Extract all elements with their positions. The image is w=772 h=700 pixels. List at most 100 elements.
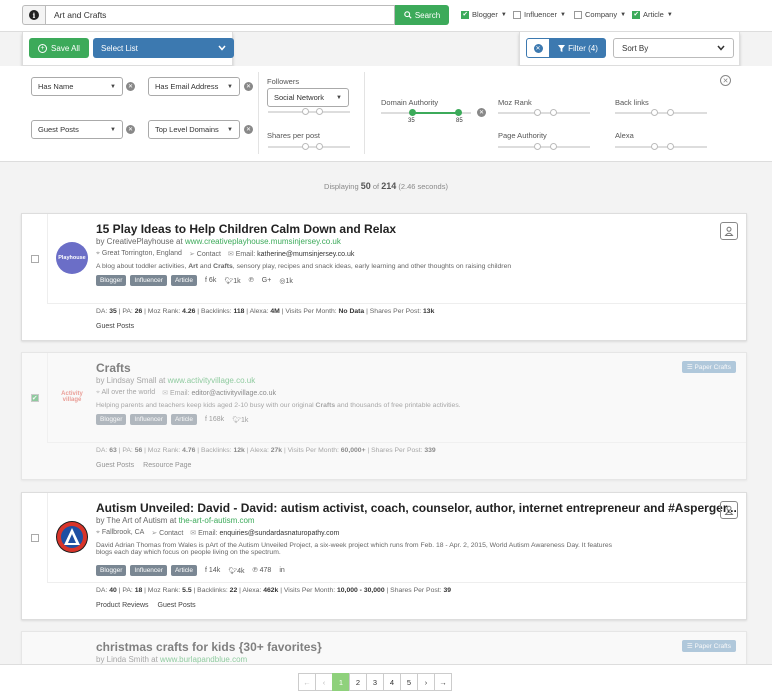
email-text[interactable]: katherine@mumsinjersey.co.uk xyxy=(257,251,354,258)
influencer-checkbox[interactable] xyxy=(513,10,521,19)
slider-handle[interactable] xyxy=(651,109,658,116)
blogger-checkbox[interactable] xyxy=(461,10,469,19)
user-profile-button[interactable] xyxy=(720,501,738,519)
remove-has-name-icon[interactable]: ✕ xyxy=(126,82,135,91)
site-link[interactable]: www.activityvillage.co.uk xyxy=(168,376,256,385)
social-network-dropdown[interactable]: Social Network ▼ xyxy=(267,88,349,107)
filter-company[interactable]: Company ▼ xyxy=(574,10,626,19)
top-level-domains-label: Top Level Domains xyxy=(155,125,219,134)
slider-handle[interactable] xyxy=(455,109,462,116)
facebook-count: f 6k xyxy=(205,277,216,284)
site-link[interactable]: www.creativeplayhouse.mumsinjersey.co.uk xyxy=(185,237,341,246)
site-link[interactable]: the-art-of-autism.com xyxy=(179,516,255,525)
guest-posts-link[interactable]: Guest Posts xyxy=(96,323,134,330)
has-name-dropdown[interactable]: Has Name ▼ xyxy=(31,77,123,96)
moz-rank-slider[interactable] xyxy=(498,109,590,116)
alexa-slider[interactable] xyxy=(615,143,707,150)
slider-handle[interactable] xyxy=(409,109,416,116)
resource-page-link[interactable]: Resource Page xyxy=(143,462,191,469)
slider-handle[interactable] xyxy=(550,109,557,116)
page-1-button[interactable]: 1 xyxy=(332,673,350,691)
followers-slider[interactable] xyxy=(268,108,350,115)
page-4-button[interactable]: 4 xyxy=(383,673,401,691)
guest-posts-dropdown[interactable]: Guest Posts ▼ xyxy=(31,120,123,139)
slider-handle[interactable] xyxy=(534,109,541,116)
top-level-domains-dropdown[interactable]: Top Level Domains ▼ xyxy=(148,120,240,139)
card-title[interactable]: Autism Unveiled: David - David: autism a… xyxy=(96,501,737,515)
page-3-button[interactable]: 3 xyxy=(366,673,384,691)
product-reviews-link[interactable]: Product Reviews xyxy=(96,602,149,609)
company-checkbox[interactable] xyxy=(574,10,582,19)
facebook-value: 6k xyxy=(208,277,217,284)
clear-filter-button[interactable]: ✕ xyxy=(526,38,550,58)
slider-handle[interactable] xyxy=(316,108,323,115)
remove-domain-authority-icon[interactable]: ✕ xyxy=(477,108,486,117)
close-filters-icon[interactable]: ✕ xyxy=(720,75,731,86)
chevron-down-icon[interactable]: ▼ xyxy=(560,12,566,18)
card-title[interactable]: christmas crafts for kids {30+ favorites… xyxy=(96,640,322,654)
mail-icon: ✉ xyxy=(162,390,169,397)
search-button[interactable]: Search xyxy=(395,5,449,25)
article-checkbox[interactable] xyxy=(632,10,640,19)
filter-button[interactable]: Filter (4) xyxy=(550,38,606,58)
remove-has-email-icon[interactable]: ✕ xyxy=(244,82,253,91)
page-authority-label: Page Authority xyxy=(498,131,547,140)
site-link[interactable]: www.burlapandblue.com xyxy=(160,655,247,664)
user-profile-button[interactable] xyxy=(720,222,738,240)
filter-article[interactable]: Article ▼ xyxy=(632,10,673,19)
filter-influencer[interactable]: Influencer ▼ xyxy=(513,10,566,19)
card-checkbox[interactable] xyxy=(30,534,39,542)
desc-text: , sensory play, recipes and snack ideas,… xyxy=(232,263,512,270)
save-all-label: Save All xyxy=(51,43,80,53)
email-label: Email: xyxy=(235,251,256,258)
slider-handle[interactable] xyxy=(316,143,323,150)
sort-by-dropdown[interactable]: Sort By xyxy=(613,38,734,58)
page-authority-slider[interactable] xyxy=(498,143,590,150)
slider-handle[interactable] xyxy=(667,143,674,150)
has-email-label: Has Email Address xyxy=(155,82,219,91)
search-input[interactable] xyxy=(45,5,395,25)
last-page-button[interactable]: → xyxy=(434,673,452,691)
info-button[interactable]: i xyxy=(22,5,45,25)
remove-top-level-domains-icon[interactable]: ✕ xyxy=(244,125,253,134)
prev-page-button[interactable]: ‹ xyxy=(315,673,333,691)
card-checkbox[interactable] xyxy=(30,255,39,263)
location-text: Fallbrook, CA xyxy=(101,529,145,536)
remove-guest-posts-icon[interactable]: ✕ xyxy=(126,125,135,134)
filter-blogger[interactable]: Blogger ▼ xyxy=(461,10,507,19)
next-page-button[interactable]: › xyxy=(417,673,435,691)
page-2-button[interactable]: 2 xyxy=(349,673,367,691)
back-links-slider[interactable] xyxy=(615,109,707,116)
contact-text: Contact xyxy=(159,530,184,537)
card-title[interactable]: 15 Play Ideas to Help Children Calm Down… xyxy=(96,222,396,236)
slider-handle[interactable] xyxy=(651,143,658,150)
has-email-dropdown[interactable]: Has Email Address ▼ xyxy=(148,77,240,96)
email-text[interactable]: enquiries@sundardasnaturopathy.com xyxy=(220,530,340,537)
stat-label: Shares Per Post: xyxy=(371,447,423,454)
chevron-down-icon[interactable]: ▼ xyxy=(501,12,507,18)
guest-posts-link[interactable]: Guest Posts xyxy=(158,602,196,609)
shares-slider[interactable] xyxy=(268,143,350,150)
first-page-button[interactable]: ← xyxy=(298,673,316,691)
guest-posts-link[interactable]: Guest Posts xyxy=(96,462,134,469)
email-text[interactable]: editor@activityvillage.co.uk xyxy=(191,390,276,397)
slider-handle[interactable] xyxy=(550,143,557,150)
contact-link[interactable]: ➢ Contact xyxy=(151,529,183,537)
contact-link[interactable]: ➢ Contact xyxy=(189,250,221,258)
chevron-down-icon[interactable]: ▼ xyxy=(667,12,673,18)
select-list-dropdown[interactable]: Select List xyxy=(93,38,234,58)
page-5-button[interactable]: 5 xyxy=(400,673,418,691)
slider-handle[interactable] xyxy=(302,143,309,150)
card-title[interactable]: Crafts xyxy=(96,361,131,375)
select-list-label: Select List xyxy=(101,43,138,53)
slider-handle[interactable] xyxy=(302,108,309,115)
card-checkbox[interactable] xyxy=(30,394,39,402)
slider-handle[interactable] xyxy=(534,143,541,150)
save-all-button[interactable]: + Save All xyxy=(29,38,89,58)
category-badge: ☰ Paper Crafts xyxy=(681,640,736,652)
domain-authority-slider[interactable] xyxy=(381,109,471,116)
stat-label: Moz Rank: xyxy=(147,308,181,315)
slider-handle[interactable] xyxy=(667,109,674,116)
desc-text: Helping parents and teachers keep kids a… xyxy=(96,402,316,409)
chevron-down-icon[interactable]: ▼ xyxy=(620,12,626,18)
